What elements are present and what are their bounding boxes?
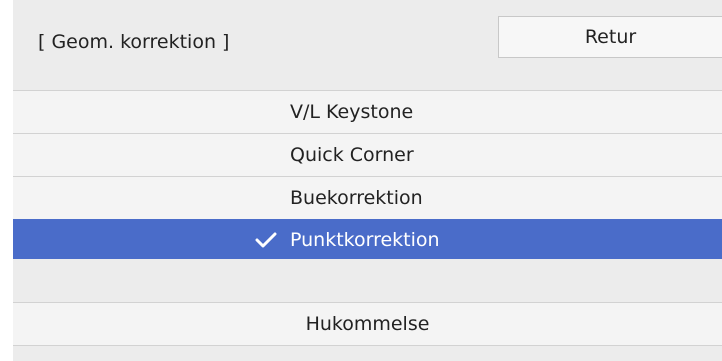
menu-item-punktkorrektion[interactable]: Punktkorrektion [13,219,722,259]
menu-item-label: Buekorrektion [290,187,423,209]
menu-item-label: Punktkorrektion [290,228,440,251]
menu-item-buekorrektion[interactable]: Buekorrektion [13,176,722,219]
menu-item-label: V/L Keystone [290,101,414,123]
memory-label: Hukommelse [305,313,430,335]
panel-header: [ Geom. korrektion ] Retur [13,0,722,90]
geometry-correction-panel: [ Geom. korrektion ] Retur V/L Keystone … [13,0,722,361]
menu-item-quick-corner[interactable]: Quick Corner [13,133,722,176]
memory-button[interactable]: Hukommelse [13,302,722,345]
menu-item-vl-keystone[interactable]: V/L Keystone [13,90,722,133]
checkmark-icon [255,232,277,247]
menu-spacer [13,259,722,302]
menu-bottom-edge [13,345,722,361]
return-button[interactable]: Retur [498,16,722,58]
page-title: [ Geom. korrektion ] [38,31,230,53]
menu-item-label: Quick Corner [290,144,414,166]
